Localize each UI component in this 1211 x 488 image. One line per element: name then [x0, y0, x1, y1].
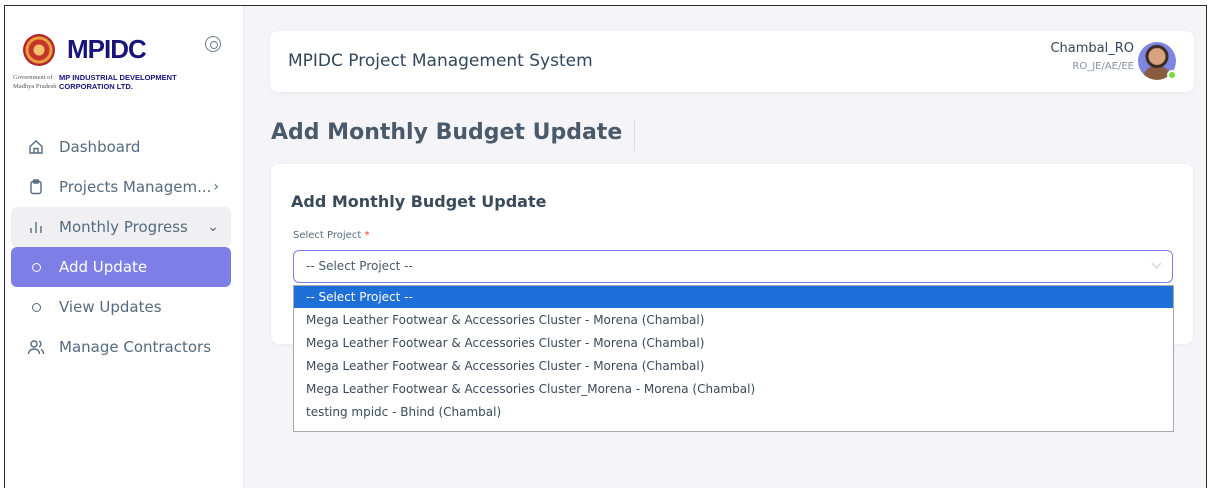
- sidebar-item-label: View Updates: [59, 298, 162, 316]
- sidebar-toggle-icon[interactable]: [205, 36, 221, 52]
- sidebar-item-projects-management[interactable]: Projects Managem... ›: [11, 167, 231, 207]
- project-select-value: -- Select Project --: [306, 259, 413, 273]
- chevron-down-icon: [1151, 258, 1162, 269]
- select-project-label: Select Project *: [293, 230, 369, 241]
- mp-emblem-icon: [23, 34, 55, 66]
- top-navbar: MPIDC Project Management System Chambal_…: [270, 31, 1194, 92]
- sidebar-item-label: Add Update: [59, 258, 148, 276]
- select-project-label-text: Select Project: [293, 230, 362, 241]
- logo-gov-line2: Madhya Pradesh: [13, 83, 57, 90]
- sidebar-item-label: Dashboard: [59, 138, 141, 156]
- sidebar-item-view-updates[interactable]: View Updates: [11, 287, 231, 327]
- chevron-down-icon: ⌄: [207, 219, 219, 235]
- required-marker: *: [364, 230, 370, 241]
- project-dropdown-list: -- Select Project -- Mega Leather Footwe…: [293, 285, 1174, 432]
- online-status-icon: [1167, 70, 1177, 80]
- home-icon: [27, 138, 45, 156]
- circle-icon: [27, 298, 45, 316]
- bar-chart-icon: [27, 218, 45, 236]
- sidebar-item-monthly-progress[interactable]: Monthly Progress ⌄: [11, 207, 231, 247]
- dropdown-option[interactable]: Mega Leather Footwear & Accessories Clus…: [294, 355, 1173, 377]
- project-select[interactable]: -- Select Project --: [293, 250, 1173, 283]
- sidebar-item-label: Manage Contractors: [59, 338, 212, 356]
- sidebar-item-dashboard[interactable]: Dashboard: [11, 127, 231, 167]
- app-window: MPIDC Government of Madhya Pradesh MP IN…: [4, 5, 1207, 488]
- dropdown-option[interactable]: Mega Leather Footwear & Accessories Clus…: [294, 378, 1173, 400]
- sidebar-item-label: Monthly Progress: [59, 218, 188, 236]
- app-title: MPIDC Project Management System: [288, 51, 593, 71]
- circle-icon: [27, 258, 45, 276]
- avatar[interactable]: [1138, 42, 1177, 80]
- dropdown-option[interactable]: Mega Leather Footwear & Accessories Clus…: [294, 332, 1173, 354]
- dropdown-option[interactable]: testing mpidc - Bhind (Chambal): [294, 401, 1173, 423]
- user-role: RO_JE/AE/EE: [1072, 61, 1134, 72]
- dropdown-option[interactable]: Mega Leather Footwear & Accessories Clus…: [294, 309, 1173, 331]
- user-name[interactable]: Chambal_RO: [1050, 41, 1134, 56]
- sidebar-item-label: Projects Managem...: [59, 178, 212, 196]
- sidebar-menu: Dashboard Projects Managem... › Monthly …: [11, 127, 231, 367]
- logo-corp-line2: CORPORATION LTD.: [59, 82, 133, 91]
- logo-corp-line1: MP INDUSTRIAL DEVELOPMENT: [59, 73, 177, 82]
- clipboard-icon: [27, 178, 45, 196]
- page-title: Add Monthly Budget Update: [271, 119, 636, 151]
- sidebar: MPIDC Government of Madhya Pradesh MP IN…: [5, 6, 244, 488]
- logo-wordmark: MPIDC: [67, 34, 147, 64]
- logo[interactable]: MPIDC Government of Madhya Pradesh MP IN…: [11, 28, 231, 98]
- sidebar-item-manage-contractors[interactable]: Manage Contractors: [11, 327, 231, 367]
- logo-gov-line1: Government of: [13, 74, 53, 81]
- users-icon: [27, 338, 45, 356]
- chevron-right-icon: ›: [213, 179, 219, 195]
- dropdown-option[interactable]: -- Select Project --: [294, 286, 1173, 308]
- card-title: Add Monthly Budget Update: [291, 192, 547, 211]
- sidebar-item-add-update[interactable]: Add Update: [11, 247, 231, 287]
